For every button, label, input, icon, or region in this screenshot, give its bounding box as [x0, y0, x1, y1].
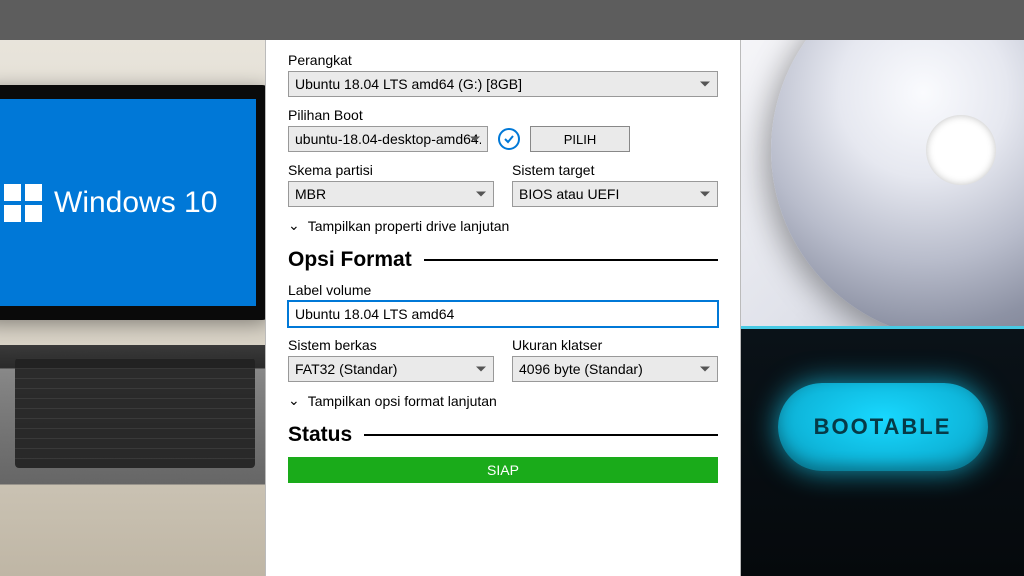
partition-scheme-select[interactable]: MBR: [288, 181, 494, 207]
cd-disc-icon: [771, 40, 1024, 340]
device-label: Perangkat: [288, 52, 718, 68]
format-options-heading: Opsi Format: [288, 248, 412, 272]
status-heading: Status: [288, 423, 352, 447]
right-panel-disc: BOOTABLE: [741, 40, 1024, 576]
chevron-down-icon: ⌄: [288, 217, 300, 234]
boot-selection-label: Pilihan Boot: [288, 107, 718, 123]
cluster-size-label: Ukuran klatser: [512, 337, 718, 353]
divider: [424, 259, 718, 261]
page-top-bar: [0, 0, 1024, 40]
select-iso-button[interactable]: PILIH: [530, 126, 630, 152]
target-system-select[interactable]: BIOS atau UEFI: [512, 181, 718, 207]
volume-label-input[interactable]: [288, 301, 718, 327]
left-panel-laptop: Windows 10: [0, 40, 265, 576]
status-bar: SIAP: [288, 457, 718, 483]
windows-logo-icon: [4, 184, 42, 222]
volume-label-label: Label volume: [288, 282, 718, 298]
bootable-text: BOOTABLE: [814, 414, 952, 440]
device-select[interactable]: Ubuntu 18.04 LTS amd64 (G:) [8GB]: [288, 71, 718, 97]
status-value: SIAP: [487, 462, 519, 478]
expand-format-options[interactable]: ⌄ Tampilkan opsi format lanjutan: [288, 392, 718, 409]
partition-scheme-label: Skema partisi: [288, 162, 494, 178]
main-content: Windows 10 Perangkat Ubuntu 18.04 LTS am…: [0, 40, 1024, 576]
rufus-dialog: Perangkat Ubuntu 18.04 LTS amd64 (G:) [8…: [265, 40, 741, 576]
laptop-screen: Windows 10: [0, 85, 265, 320]
bootable-badge: BOOTABLE: [778, 383, 988, 471]
check-circle-icon: [498, 128, 520, 150]
expand-format-text: Tampilkan opsi format lanjutan: [308, 393, 497, 409]
expand-drive-text: Tampilkan properti drive lanjutan: [308, 218, 510, 234]
target-system-label: Sistem target: [512, 162, 718, 178]
chevron-down-icon: ⌄: [288, 392, 300, 409]
expand-drive-properties[interactable]: ⌄ Tampilkan properti drive lanjutan: [288, 217, 718, 234]
boot-selection-select[interactable]: ubuntu-18.04-desktop-amd64.iso: [288, 126, 488, 152]
divider: [364, 434, 718, 436]
filesystem-select[interactable]: FAT32 (Standar): [288, 356, 494, 382]
filesystem-label: Sistem berkas: [288, 337, 494, 353]
windows-text: Windows 10: [54, 186, 217, 220]
cluster-size-select[interactable]: 4096 byte (Standar): [512, 356, 718, 382]
laptop-keyboard: [15, 358, 255, 468]
